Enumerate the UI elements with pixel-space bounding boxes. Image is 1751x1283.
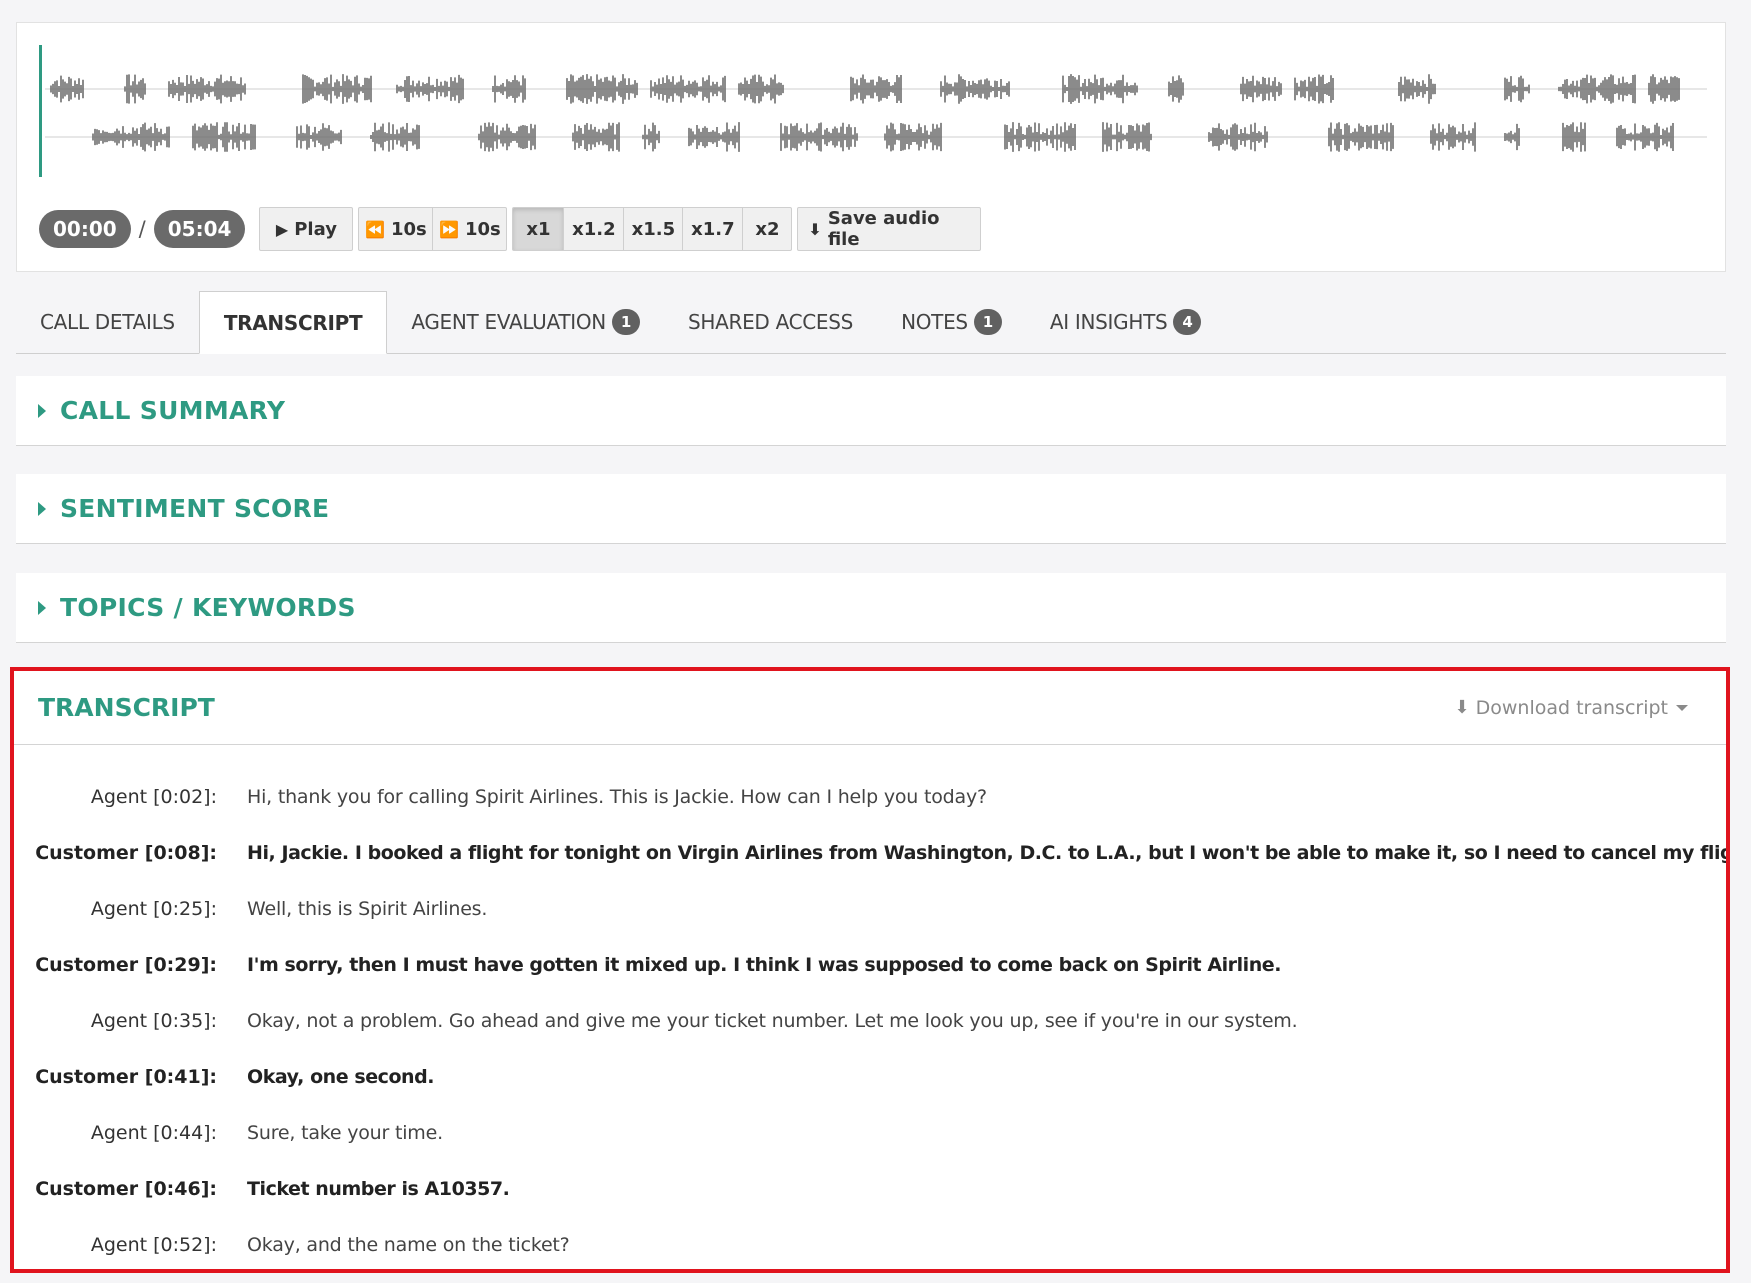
topics-keywords-section[interactable]: TOPICS / KEYWORDS <box>16 573 1726 643</box>
speed-button[interactable]: x1.2 <box>563 207 625 251</box>
speaker-label: Agent [0:02]: <box>90 786 217 808</box>
transcript-header: TRANSCRIPT ⬇ Download transcript <box>14 671 1726 745</box>
save-audio-button[interactable]: ⬇ Save audio file <box>797 207 982 251</box>
play-button[interactable]: ▶ Play <box>259 207 354 251</box>
chevron-down-icon <box>1676 704 1688 711</box>
time-separator: / <box>138 217 146 241</box>
utterance-text: Well, this is Spirit Airlines. <box>247 898 488 920</box>
tab-notes[interactable]: NOTES 1 <box>877 291 1026 353</box>
tab-label: AI INSIGHTS <box>1049 310 1168 334</box>
call-summary-section[interactable]: CALL SUMMARY <box>16 376 1726 446</box>
tab-label: NOTES <box>901 310 968 334</box>
sentiment-score-section[interactable]: SENTIMENT SCORE <box>16 474 1726 544</box>
transcript-line: Agent [0:52]: Okay, and the name on the t… <box>14 1217 1726 1269</box>
speed-group: x1 x1.2 x1.5 x1.7 x2 <box>512 207 793 251</box>
duration: 05:04 <box>153 210 246 248</box>
transcript-line: Agent [0:02]: Hi, thank you for calling S… <box>14 769 1726 825</box>
utterance-text: Sure, take your time. <box>247 1122 443 1144</box>
tab-label: AGENT EVALUATION <box>411 310 606 334</box>
count-badge: 4 <box>1173 309 1202 335</box>
speed-button[interactable]: x1 <box>512 207 565 251</box>
caret-right-icon <box>38 403 46 418</box>
tab-shared-access[interactable]: SHARED ACCESS <box>664 291 877 353</box>
count-badge: 1 <box>973 309 1002 335</box>
rewind-button[interactable]: ⏪ 10s <box>358 207 434 251</box>
transcript-line: Customer [0:08]: Hi, Jackie. I booked a f… <box>14 825 1726 881</box>
transcript-line: Customer [0:29]: I'm sorry, then I must h… <box>14 937 1726 993</box>
transcript-title: TRANSCRIPT <box>38 693 215 722</box>
transcript-line: Customer [0:41]: Okay, one second. <box>14 1049 1726 1105</box>
download-icon: ⬇ <box>808 219 822 239</box>
utterance-text: Ticket number is A10357. <box>247 1178 510 1200</box>
speed-button[interactable]: x2 <box>742 207 793 251</box>
tab-label: CALL DETAILS <box>40 310 175 334</box>
section-title: SENTIMENT SCORE <box>60 494 330 523</box>
utterance-text: Okay, not a problem. Go ahead and give m… <box>247 1010 1298 1032</box>
utterance-text: Hi, thank you for calling Spirit Airline… <box>247 786 987 808</box>
count-badge: 1 <box>611 309 640 335</box>
waveform-graphic[interactable] <box>39 45 1719 177</box>
speaker-label: Agent [0:35]: <box>90 1010 217 1032</box>
player-controls: 00:00 / 05:04 ▶ Play ⏪ 10s ⏩ 10s x1 x1.2 x… <box>39 207 982 251</box>
speaker-label: Agent [0:44]: <box>90 1122 217 1144</box>
rewind-label: 10s <box>391 218 427 240</box>
save-audio-label: Save audio file <box>827 208 940 250</box>
playhead[interactable] <box>39 45 42 177</box>
waveform[interactable] <box>39 45 1719 177</box>
tab-transcript[interactable]: TRANSCRIPT <box>198 291 388 354</box>
caret-right-icon <box>38 600 46 615</box>
forward-label: 10s <box>465 218 501 240</box>
section-title: TOPICS / KEYWORDS <box>60 593 356 622</box>
speaker-label: Customer [0:41]: <box>35 1066 217 1088</box>
tab-call-details[interactable]: CALL DETAILS <box>16 291 199 353</box>
tab-agent-evaluation[interactable]: AGENT EVALUATION 1 <box>387 291 664 353</box>
tab-ai-insights[interactable]: AI INSIGHTS 4 <box>1026 291 1226 353</box>
speed-button[interactable]: x1.7 <box>682 207 744 251</box>
current-time: 00:00 <box>39 210 131 248</box>
utterance-text: Okay, and the name on the ticket? <box>247 1234 570 1256</box>
tab-label: SHARED ACCESS <box>687 310 854 334</box>
speaker-label: Customer [0:29]: <box>35 954 217 976</box>
speaker-label: Agent [0:25]: <box>90 898 217 920</box>
rewind-icon: ⏪ <box>365 219 385 239</box>
transcript-line: Customer [0:46]: Ticket number is A10357. <box>14 1161 1726 1217</box>
seek-group: ⏪ 10s ⏩ 10s <box>358 207 508 251</box>
transcript-line: Agent [0:44]: Sure, take your time. <box>14 1105 1726 1161</box>
tab-label: TRANSCRIPT <box>223 310 363 335</box>
speaker-label: Agent [0:52]: <box>90 1234 217 1256</box>
download-transcript-label: Download transcript <box>1475 696 1668 719</box>
download-transcript-dropdown[interactable]: ⬇ Download transcript <box>1455 697 1688 719</box>
utterance-text: Hi, Jackie. I booked a flight for tonigh… <box>247 842 1730 864</box>
fast-forward-icon: ⏩ <box>439 219 459 239</box>
forward-button[interactable]: ⏩ 10s <box>432 207 508 251</box>
audio-player: 00:00 / 05:04 ▶ Play ⏪ 10s ⏩ 10s x1 x1.2 x… <box>16 22 1726 272</box>
play-icon: ▶ <box>275 219 289 239</box>
transcript-lines: Agent [0:02]: Hi, thank you for calling S… <box>14 745 1726 1269</box>
speaker-label: Customer [0:46]: <box>35 1178 217 1200</box>
speed-button[interactable]: x1.5 <box>623 207 684 251</box>
tab-bar: CALL DETAILS TRANSCRIPT AGENT EVALUATION 1 S… <box>16 291 1726 354</box>
section-title: CALL SUMMARY <box>60 396 286 425</box>
caret-right-icon <box>38 501 46 516</box>
utterance-text: I'm sorry, then I must have gotten it mi… <box>247 954 1281 976</box>
transcript-panel: TRANSCRIPT ⬇ Download transcript Agent [… <box>10 667 1730 1273</box>
play-label: Play <box>294 218 337 240</box>
utterance-text: Okay, one second. <box>247 1066 435 1088</box>
transcript-line: Agent [0:35]: Okay, not a problem. Go ahe… <box>14 993 1726 1049</box>
download-icon: ⬇ <box>1454 697 1470 718</box>
transcript-line: Agent [0:25]: Well, this is Spirit Airlin… <box>14 881 1726 937</box>
speaker-label: Customer [0:08]: <box>35 842 217 864</box>
